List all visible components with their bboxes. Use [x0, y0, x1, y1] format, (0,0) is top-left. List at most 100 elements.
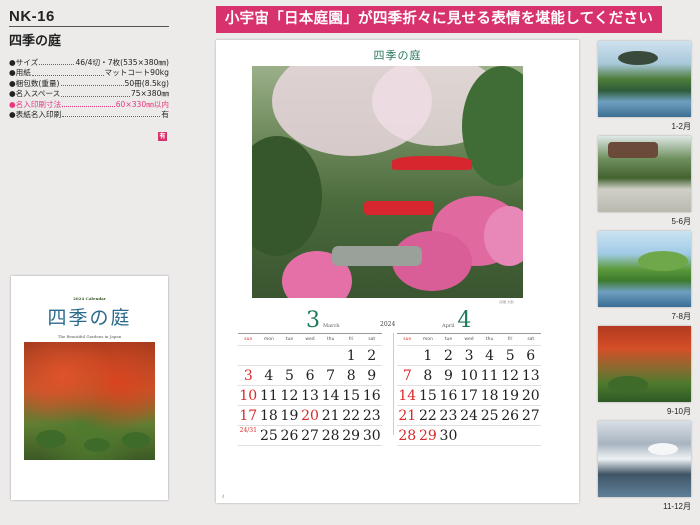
day-cell — [479, 426, 500, 445]
day-cell: 29 — [418, 428, 437, 444]
day-cell: 5 — [284, 368, 294, 384]
cover-image: 2024 Calendar 四季の庭 The Beautiful Gardens… — [11, 276, 168, 500]
day-cell — [520, 426, 541, 445]
bush-shape — [122, 432, 150, 448]
cover-title: 四季の庭 — [47, 307, 132, 329]
cover-subtitle: The Beautiful Gardens in Japan — [57, 334, 122, 339]
day-cell — [320, 346, 341, 365]
weekday-header: sun mon tue wed thu fri sat — [397, 334, 541, 346]
day-cell: 12 — [501, 368, 520, 384]
day-cell — [279, 346, 300, 365]
day-cell: 15 — [418, 388, 437, 404]
day-cell: 19 — [280, 408, 299, 424]
divider — [393, 333, 394, 435]
day-cell: 1 — [346, 348, 356, 364]
week-row: 24/31 25 26 27 28 29 30 — [238, 426, 382, 446]
weekday-label: mon — [263, 337, 274, 342]
cover-print-badge: 有 — [158, 132, 167, 141]
day-cell: 30 — [439, 428, 458, 444]
march-heading: 3 March — [306, 308, 340, 333]
day-cell: 8 — [423, 368, 433, 384]
day-cell: 27 — [301, 428, 319, 444]
day-cell: 13 — [521, 368, 540, 384]
day-cell — [500, 426, 521, 445]
april-heading: April 4 — [442, 308, 472, 333]
week-row: 14 15 16 17 18 19 20 — [397, 386, 541, 406]
day-cell: 23 — [362, 408, 381, 424]
week-row: 123456 — [397, 346, 541, 366]
spec-size: ●サイズ 46/4切・7枚(535×380㎜) — [9, 58, 169, 67]
thumbnail-jan-feb — [598, 41, 691, 117]
day-cell: 26 — [280, 428, 299, 444]
week-row: 7 8 9 10 11 12 13 — [397, 366, 541, 386]
day-cell: 3 — [243, 368, 253, 384]
day-cell: 7 — [402, 368, 412, 384]
day-cell: 14 — [398, 388, 417, 404]
day-cell: 8 — [346, 368, 356, 384]
day-cell: 22 — [418, 408, 437, 424]
day-cell: 10 — [239, 388, 258, 404]
day-cell: 11 — [259, 388, 278, 404]
page-title: 四季の庭 — [373, 49, 422, 62]
bush-shape — [36, 430, 66, 448]
day-cell: 23 — [439, 408, 458, 424]
day-cell: 15 — [342, 388, 361, 404]
weekday-label: wed — [305, 337, 315, 342]
day-cell: 27 — [521, 408, 540, 424]
day-cell: 17 — [460, 388, 478, 404]
day-cell: 6 — [526, 348, 536, 364]
weekday-label: sat — [368, 337, 376, 342]
weekday-label: tue — [444, 337, 453, 342]
day-cell: 1 — [423, 348, 433, 364]
spec-cover-print: ●表紙名入印刷有 — [9, 110, 169, 120]
year-label: 2024 — [380, 321, 396, 328]
day-cell: 12 — [280, 388, 299, 404]
weekday-label: fri — [507, 337, 513, 342]
day-cell: 24/31 — [239, 427, 257, 434]
day-cell: 11 — [480, 368, 499, 384]
thumbnail-label: 1-2月 — [671, 122, 691, 131]
red-bench — [364, 201, 434, 215]
day-cell: 13 — [301, 388, 319, 404]
page-number: 4 — [222, 494, 225, 499]
spec-list: ●サイズ 46/4切・7枚(535×380㎜) ●用紙 マットコート90kg ●梱包… — [9, 58, 169, 120]
day-cell: 25 — [259, 428, 278, 444]
headline-banner: 小宇宙「日本庭園」が四季折々に見せる表情を堪能してください — [216, 6, 662, 33]
day-cell: 7 — [326, 368, 336, 384]
day-cell: 10 — [460, 368, 478, 384]
april-calendar: sun mon tue wed thu fri sat 1 2 3 4 5 6 7 8 9 10 11 12 13 14… — [397, 333, 541, 446]
thumbnail-nov-dec — [598, 421, 691, 497]
cover-photo — [24, 342, 155, 460]
day-cell: 19 — [501, 388, 520, 404]
divider — [9, 26, 169, 27]
day-cell: 6 — [305, 368, 315, 384]
day-cell — [459, 426, 480, 445]
day-cell: 28 — [398, 428, 417, 444]
day-cell: 3 — [464, 348, 474, 364]
weekday-label: sun — [403, 337, 412, 342]
day-cell: 16 — [439, 388, 458, 404]
weekday-label: thu — [485, 337, 494, 342]
bush-shape — [84, 438, 110, 452]
week-row: 3456789 — [238, 366, 382, 386]
day-cell: 30 — [362, 428, 381, 444]
day-cell — [259, 346, 280, 365]
day-cell: 18 — [480, 388, 499, 404]
day-cell: 9 — [367, 368, 377, 384]
week-row: 17 18 19 20 21 22 23 — [238, 406, 382, 426]
week-row: 10 11 12 13 14 15 16 — [238, 386, 382, 406]
day-cell: 29 — [342, 428, 361, 444]
day-cell — [397, 346, 418, 365]
product-code: NK-16 — [9, 8, 55, 25]
day-cell: 2 — [443, 348, 453, 364]
weekday-label: sat — [527, 337, 535, 342]
day-cell: 5 — [505, 348, 515, 364]
thumbnail-may-jun — [598, 136, 691, 212]
weekday-label: mon — [422, 337, 433, 342]
weekday-label: sun — [244, 337, 253, 342]
day-cell: 22 — [342, 408, 361, 424]
spec-packing: ●梱包数(重量) 50冊(8.5kg) — [9, 78, 169, 88]
thumbnail-label: 11-12月 — [663, 502, 691, 511]
weekday-header: sun mon tue wed thu fri sat — [238, 334, 382, 346]
day-cell: 18 — [259, 408, 278, 424]
